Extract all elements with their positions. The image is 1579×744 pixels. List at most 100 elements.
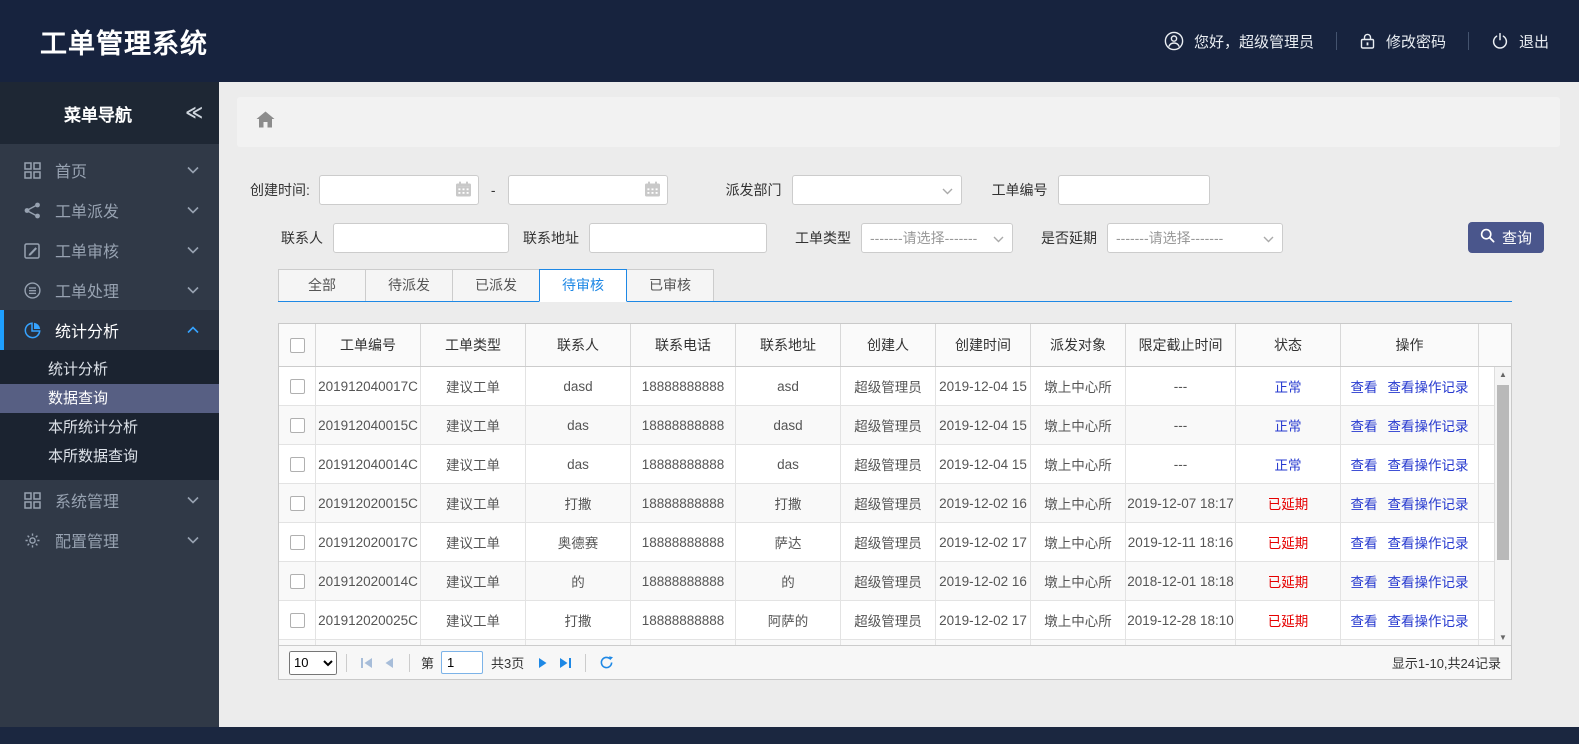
- sidebar-item-工单派发[interactable]: 工单派发: [0, 190, 219, 230]
- table-cell: 超级管理员: [841, 562, 936, 600]
- row-checkbox[interactable]: [289, 495, 305, 511]
- table-cell: 超级管理员: [841, 523, 936, 561]
- created-time-end-input[interactable]: [507, 174, 668, 205]
- view-link[interactable]: 查看: [1351, 376, 1378, 396]
- row-checkbox[interactable]: [289, 417, 305, 433]
- next-page-button[interactable]: [532, 652, 554, 674]
- view-log-link[interactable]: 查看操作记录: [1388, 376, 1469, 396]
- scroll-up-icon[interactable]: ▲: [1495, 367, 1511, 382]
- row-checkbox[interactable]: [289, 534, 305, 550]
- scrollbar-thumb[interactable]: [1497, 385, 1509, 560]
- tab-待审核[interactable]: 待审核: [539, 269, 627, 302]
- search-button[interactable]: 查询: [1468, 222, 1544, 253]
- order-no-input[interactable]: [1057, 174, 1210, 205]
- sidebar-item-label: 工单派发: [55, 204, 120, 221]
- status-badge: 正常: [1274, 458, 1302, 473]
- row-checkbox[interactable]: [289, 612, 305, 628]
- table-cell: 超级管理员: [841, 601, 936, 639]
- status-badge: 已延期: [1267, 614, 1309, 629]
- column-header: 创建人: [841, 324, 936, 366]
- table-cell: 201912040015C: [316, 406, 421, 444]
- row-checkbox[interactable]: [289, 378, 305, 394]
- chevron-down-icon: [187, 286, 199, 294]
- view-log-link[interactable]: 查看操作记录: [1388, 571, 1469, 591]
- edit-icon: [22, 242, 42, 259]
- created-time-start-input[interactable]: [318, 174, 479, 205]
- refresh-icon[interactable]: [595, 652, 617, 674]
- sidebar-item-label: 系统管理: [55, 494, 120, 511]
- table-cell: 18888888888: [631, 601, 736, 639]
- logout-button[interactable]: 退出: [1491, 31, 1549, 52]
- scroll-down-icon[interactable]: ▼: [1495, 630, 1511, 645]
- column-header: 工单编号: [316, 324, 421, 366]
- table-cell: [316, 640, 421, 645]
- select-all-cell: [279, 324, 316, 366]
- view-link[interactable]: 查看: [1351, 571, 1378, 591]
- page-size-select[interactable]: 10: [289, 650, 337, 675]
- chevron-down-icon: [187, 166, 199, 174]
- status-badge: 正常: [1274, 380, 1302, 395]
- order-type-select[interactable]: -------请选择-------: [861, 222, 1013, 253]
- sidebar-item-工单审核[interactable]: 工单审核: [0, 230, 219, 270]
- view-log-link[interactable]: 查看操作记录: [1388, 454, 1469, 474]
- dispatch-dept-select[interactable]: [791, 174, 962, 205]
- address-input[interactable]: [589, 222, 767, 253]
- sidebar-subitem-数据查询[interactable]: 数据查询: [0, 384, 219, 413]
- chevron-down-icon: [187, 246, 199, 254]
- sidebar-item-统计分析[interactable]: 统计分析: [0, 310, 219, 350]
- column-header: 状态: [1236, 324, 1341, 366]
- home-icon[interactable]: [256, 111, 275, 133]
- view-link[interactable]: 查看: [1351, 610, 1378, 630]
- view-link[interactable]: 查看: [1351, 532, 1378, 552]
- row-select-cell: [279, 562, 316, 600]
- sidebar-menu: 首页 工单派发 工单审核 工单处理 统计分析 统计分析 数据查询 本所统计分析 本所数据查询 系统…: [0, 144, 219, 560]
- view-log-link[interactable]: 查看操作记录: [1388, 610, 1469, 630]
- change-password-button[interactable]: 修改密码: [1359, 31, 1446, 52]
- delay-select[interactable]: -------请选择-------: [1107, 222, 1283, 253]
- select-all-checkbox[interactable]: [289, 337, 305, 353]
- chevron-down-icon: [187, 536, 199, 544]
- bottom-strip: [0, 727, 1579, 744]
- divider: [409, 653, 410, 672]
- view-log-link[interactable]: 查看操作记录: [1388, 415, 1469, 435]
- contact-input[interactable]: [333, 222, 509, 253]
- tab-待派发[interactable]: 待派发: [365, 269, 453, 301]
- actions-cell: 查看 查看操作记录: [1341, 601, 1479, 639]
- sidebar-subitem-统计分析[interactable]: 统计分析: [0, 355, 219, 384]
- tab-全部[interactable]: 全部: [278, 269, 366, 301]
- sidebar-item-工单处理[interactable]: 工单处理: [0, 270, 219, 310]
- sidebar-item-系统管理[interactable]: 系统管理: [0, 480, 219, 520]
- table-scrollbar[interactable]: ▲ ▼: [1494, 367, 1511, 645]
- last-page-button[interactable]: [554, 652, 576, 674]
- sidebar-subitem-本所数据查询[interactable]: 本所数据查询: [0, 442, 219, 471]
- address-label: 联系地址: [523, 229, 579, 246]
- sidebar-item-配置管理[interactable]: 配置管理: [0, 520, 219, 560]
- tab-已派发[interactable]: 已派发: [452, 269, 540, 301]
- table-cell: 2019-12-02 17: [936, 523, 1031, 561]
- sidebar-subitem-本所统计分析[interactable]: 本所统计分析: [0, 413, 219, 442]
- greeting-text: 您好，超级管理员: [1193, 33, 1314, 51]
- table-cell: 18888888888: [631, 523, 736, 561]
- divider: [346, 653, 347, 672]
- first-page-button[interactable]: [356, 652, 378, 674]
- view-link[interactable]: 查看: [1351, 454, 1378, 474]
- user-greeting[interactable]: 您好，超级管理员: [1164, 31, 1314, 52]
- view-link[interactable]: 查看: [1351, 493, 1378, 513]
- status-cell: 已延期: [1236, 562, 1341, 600]
- table-cell: das: [736, 445, 841, 483]
- table-cell: 201912020025C: [316, 601, 421, 639]
- status-cell: 正常: [1236, 367, 1341, 405]
- row-select-cell: [279, 445, 316, 483]
- sidebar-submenu: 统计分析 数据查询 本所统计分析 本所数据查询: [0, 350, 219, 480]
- prev-page-button[interactable]: [378, 652, 400, 674]
- view-link[interactable]: 查看: [1351, 415, 1378, 435]
- tab-已审核[interactable]: 已审核: [626, 269, 714, 301]
- view-log-link[interactable]: 查看操作记录: [1388, 532, 1469, 552]
- row-checkbox[interactable]: [289, 456, 305, 472]
- sidebar-item-首页[interactable]: 首页: [0, 150, 219, 190]
- collapse-sidebar-icon[interactable]: ≪: [185, 103, 203, 123]
- column-header: 联系地址: [736, 324, 841, 366]
- view-log-link[interactable]: 查看操作记录: [1388, 493, 1469, 513]
- page-number-input[interactable]: [441, 651, 484, 674]
- row-checkbox[interactable]: [289, 573, 305, 589]
